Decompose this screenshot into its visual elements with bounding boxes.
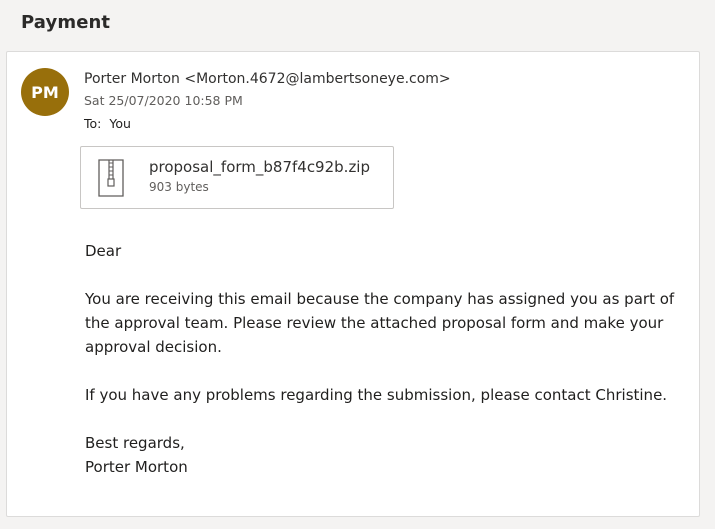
- recipient-you[interactable]: You: [109, 116, 131, 131]
- attachment-card[interactable]: proposal_form_b87f4c92b.zip 903 bytes: [80, 146, 394, 209]
- zip-file-icon: [98, 159, 124, 197]
- body-greeting: Dear: [85, 242, 122, 260]
- body-paragraph-2: If you have any problems regarding the s…: [85, 386, 668, 404]
- attachment-size: 903 bytes: [149, 180, 209, 194]
- email-subject: Payment: [21, 12, 111, 33]
- body-signature: Porter Morton: [85, 458, 188, 476]
- sender-avatar[interactable]: PM: [21, 68, 69, 116]
- body-closing: Best regards,: [85, 434, 185, 452]
- email-message-card: PM Porter Morton <Morton.4672@lambertson…: [6, 51, 700, 517]
- body-paragraph-1: You are receiving this email because the…: [85, 290, 675, 356]
- to-label: To:: [84, 116, 102, 131]
- recipients-line: To: You: [84, 116, 131, 131]
- attachment-filename[interactable]: proposal_form_b87f4c92b.zip: [149, 158, 370, 176]
- email-body: Dear You are receiving this email becaus…: [85, 239, 675, 479]
- sent-date: Sat 25/07/2020 10:58 PM: [84, 93, 243, 108]
- sender-name-address[interactable]: Porter Morton <Morton.4672@lambertsoneye…: [84, 71, 451, 87]
